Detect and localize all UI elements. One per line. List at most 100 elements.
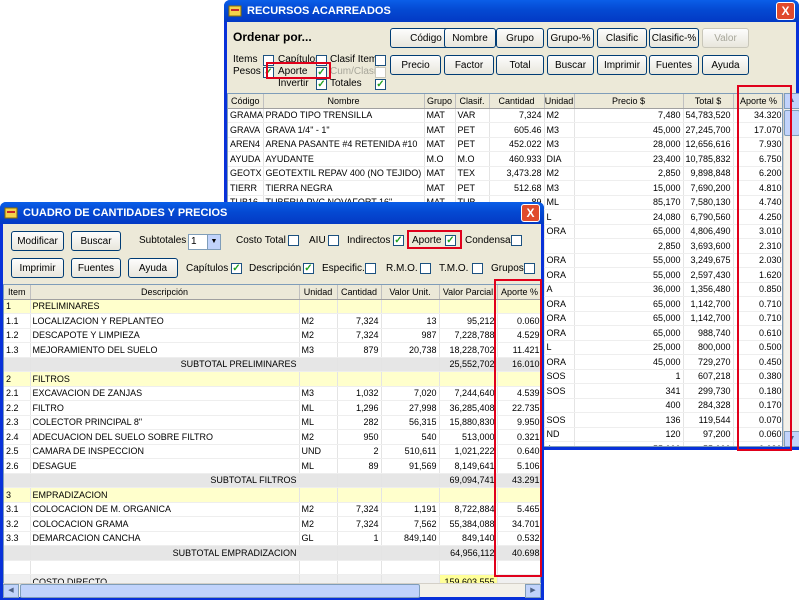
cuadro-titlebar[interactable]: CUADRO DE CANTIDADES Y PRECIOS X bbox=[0, 202, 544, 224]
sort-nombre-button[interactable]: Nombre bbox=[444, 28, 496, 48]
subtotales-select[interactable]: 1 ▼ bbox=[188, 234, 221, 250]
aporte-checkbox[interactable]: ✓ bbox=[445, 235, 456, 246]
table-row[interactable]: 2.3 COLECTOR PRINCIPAL 8" ML 282 56,315 15,88… bbox=[4, 415, 540, 430]
cuadro-col-header[interactable]: Valor Parcial bbox=[439, 285, 498, 300]
capitulos-checkbox[interactable]: ✓ bbox=[231, 263, 242, 274]
invertir-checkbox[interactable]: ✓ bbox=[316, 79, 327, 90]
table-row[interactable]: GRAVA GRAVA 1/4" - 1" MAT PET 605.46 M3 45,000… bbox=[228, 122, 782, 138]
sort-clasific-pct-button[interactable]: Clasific-% bbox=[649, 28, 699, 48]
table-row[interactable]: AYUDA AYUDANTE M.O M.O 460.933 DIA 23,400 10,78… bbox=[228, 151, 782, 167]
sort-grupo-button[interactable]: Grupo bbox=[496, 28, 544, 48]
aiu-checkbox[interactable] bbox=[328, 235, 339, 246]
table-row[interactable]: AREN4 ARENA PASANTE #4 RETENIDA #10 MAT PET… bbox=[228, 137, 782, 152]
table-row[interactable]: 3.3 DEMARCACION CANCHA GL 1 849,140 849,140 0.… bbox=[4, 531, 540, 546]
cuadro-col-header[interactable]: Valor Unit. bbox=[381, 285, 440, 300]
recursos-col-header[interactable]: Precio $ bbox=[574, 94, 684, 109]
chapter-row[interactable]: 3 EMPRADIZACION bbox=[4, 487, 540, 503]
table-row[interactable]: GEOTX GEOTEXTIL REPAV 400 (NO TEJIDO) MAT T… bbox=[228, 166, 782, 181]
sort-clasific-button[interactable]: Clasific bbox=[597, 28, 647, 48]
sort-grupo-pct-button[interactable]: Grupo-% bbox=[547, 28, 594, 48]
subtotal-row[interactable]: SUBTOTAL FILTROS 69,094,741 43.291 bbox=[4, 473, 540, 488]
recursos-col-header[interactable]: Cantidad bbox=[489, 94, 545, 109]
buscar-button[interactable]: Buscar bbox=[547, 55, 594, 75]
imprimir-button[interactable]: Imprimir bbox=[597, 55, 647, 75]
recursos-col-header[interactable]: Código bbox=[228, 94, 264, 109]
imprimir-button[interactable]: Imprimir bbox=[11, 258, 64, 278]
scroll-left-arrow-icon[interactable]: ◀ bbox=[3, 584, 19, 598]
recursos-vertical-scrollbar[interactable]: ▲ ▼ bbox=[783, 93, 799, 447]
cuadro-close-button[interactable]: X bbox=[521, 204, 540, 222]
sort-valor-button[interactable]: Valor bbox=[702, 28, 749, 48]
table-row[interactable]: 3.2 COLOCACION GRAMA M2 7,324 7,562 55,384,08… bbox=[4, 516, 540, 532]
recursos-col-header[interactable]: Clasif. bbox=[455, 94, 490, 109]
subtotal-row[interactable]: SUBTOTAL PRELIMINARES 25,552,702 16.010 bbox=[4, 357, 540, 372]
chevron-down-icon[interactable]: ▼ bbox=[207, 235, 220, 249]
table-cell: AYUDANTE bbox=[263, 151, 425, 167]
app-icon bbox=[4, 207, 18, 219]
buscar-button[interactable]: Buscar bbox=[71, 231, 121, 251]
pesos-checkbox[interactable]: ✓ bbox=[263, 67, 274, 78]
recursos-titlebar[interactable]: RECURSOS ACARREADOS X bbox=[224, 0, 799, 22]
table-row[interactable]: 1.1 LOCALIZACION Y REPLANTEO M2 7,324 13 95,2… bbox=[4, 313, 540, 329]
ayuda-button[interactable]: Ayuda bbox=[128, 258, 178, 278]
table-cell: 36,285,408 bbox=[439, 400, 498, 416]
table-row[interactable]: 1.2 DESCAPOTE Y LIMPIEZA M2 7,324 987 7,228,7… bbox=[4, 328, 540, 343]
indirectos-checkbox[interactable]: ✓ bbox=[393, 235, 404, 246]
totales-checkbox[interactable]: ✓ bbox=[375, 79, 386, 90]
recursos-col-header[interactable]: Total $ bbox=[683, 94, 734, 109]
especific-checkbox[interactable] bbox=[365, 263, 376, 274]
items-checkbox[interactable] bbox=[263, 55, 274, 66]
grupos-checkbox[interactable] bbox=[524, 263, 535, 274]
table-row[interactable]: 2.1 EXCAVACION DE ZANJAS M3 1,032 7,020 7,244… bbox=[4, 386, 540, 401]
table-row[interactable]: 2.2 FILTRO ML 1,296 27,998 36,285,408 22.735 bbox=[4, 400, 540, 416]
table-cell: 5.106 bbox=[497, 458, 540, 474]
aporte-checkbox[interactable]: ✓ bbox=[316, 67, 327, 78]
cuadro-col-header[interactable]: Item bbox=[4, 285, 31, 300]
recursos-col-header[interactable]: Grupo bbox=[424, 94, 456, 109]
chapter-row[interactable]: 1 PRELIMINARES bbox=[4, 299, 540, 314]
modificar-button[interactable]: Modificar bbox=[11, 231, 64, 251]
cuadro-col-header[interactable]: Unidad bbox=[299, 285, 338, 300]
rmo-checkbox[interactable] bbox=[420, 263, 431, 274]
sort-precio-button[interactable]: Precio bbox=[390, 55, 441, 75]
fuentes-button[interactable]: Fuentes bbox=[649, 55, 699, 75]
table-cell bbox=[381, 357, 440, 372]
tmo-checkbox[interactable] bbox=[472, 263, 483, 274]
recursos-close-button[interactable]: X bbox=[776, 2, 795, 20]
scroll-down-arrow-icon[interactable]: ▼ bbox=[784, 431, 799, 447]
clasif-item-checkbox[interactable] bbox=[375, 55, 386, 66]
cum-clasif-checkbox[interactable] bbox=[375, 67, 386, 78]
ayuda-button[interactable]: Ayuda bbox=[702, 55, 749, 75]
table-row[interactable]: 2.5 CAMARA DE INSPECCION UND 2 510,611 1,021,… bbox=[4, 444, 540, 459]
table-row[interactable]: 1.3 MEJORAMIENTO DEL SUELO M3 879 20,738 18,2… bbox=[4, 342, 540, 358]
chapter-row[interactable]: 2 FILTROS bbox=[4, 371, 540, 387]
descripcion-checkbox[interactable]: ✓ bbox=[303, 263, 314, 274]
recursos-col-header[interactable]: Nombre bbox=[263, 94, 425, 109]
table-row[interactable]: 2.6 DESAGUE ML 89 91,569 8,149,641 5.106 bbox=[4, 458, 540, 474]
table-cell: ORA bbox=[544, 267, 575, 283]
scroll-right-arrow-icon[interactable]: ▶ bbox=[525, 584, 541, 598]
recursos-col-header[interactable]: Unidad bbox=[544, 94, 575, 109]
scroll-thumb[interactable] bbox=[784, 110, 799, 136]
subtotales-label: Subtotales bbox=[139, 235, 187, 246]
costo-total-checkbox[interactable] bbox=[288, 235, 299, 246]
sort-total-button[interactable]: Total bbox=[496, 55, 544, 75]
subtotal-row[interactable]: SUBTOTAL EMPRADIZACION 64,956,112 40.698 bbox=[4, 545, 540, 561]
table-row[interactable]: TIERR TIERRA NEGRA MAT PET 512.68 M3 15,000 7,6… bbox=[228, 180, 782, 196]
scroll-up-arrow-icon[interactable]: ▲ bbox=[784, 93, 799, 109]
cuadro-col-header[interactable]: Aporte % bbox=[497, 285, 540, 300]
recursos-col-header[interactable]: Aporte % bbox=[733, 94, 782, 109]
table-cell: SOS bbox=[544, 383, 575, 399]
condensar-checkbox[interactable] bbox=[511, 235, 522, 246]
table-row[interactable]: 2.4 ADECUACION DEL SUELO SOBRE FILTRO M2 95… bbox=[4, 429, 540, 445]
table-row[interactable] bbox=[4, 560, 540, 575]
capitulos-checkbox[interactable] bbox=[316, 55, 327, 66]
table-row[interactable]: GRAMA PRADO TIPO TRENSILLA MAT VAR 7,324 M2 7,… bbox=[228, 108, 782, 123]
cuadro-col-header[interactable]: Descripción bbox=[30, 285, 300, 300]
fuentes-button[interactable]: Fuentes bbox=[71, 258, 121, 278]
cuadro-horizontal-scrollbar[interactable]: ◀ ▶ bbox=[3, 583, 541, 598]
scroll-thumb[interactable] bbox=[20, 584, 420, 598]
table-row[interactable]: 3.1 COLOCACION DE M. ORGANICA M2 7,324 1,191… bbox=[4, 502, 540, 517]
cuadro-col-header[interactable]: Cantidad bbox=[337, 285, 382, 300]
sort-factor-button[interactable]: Factor bbox=[444, 55, 494, 75]
